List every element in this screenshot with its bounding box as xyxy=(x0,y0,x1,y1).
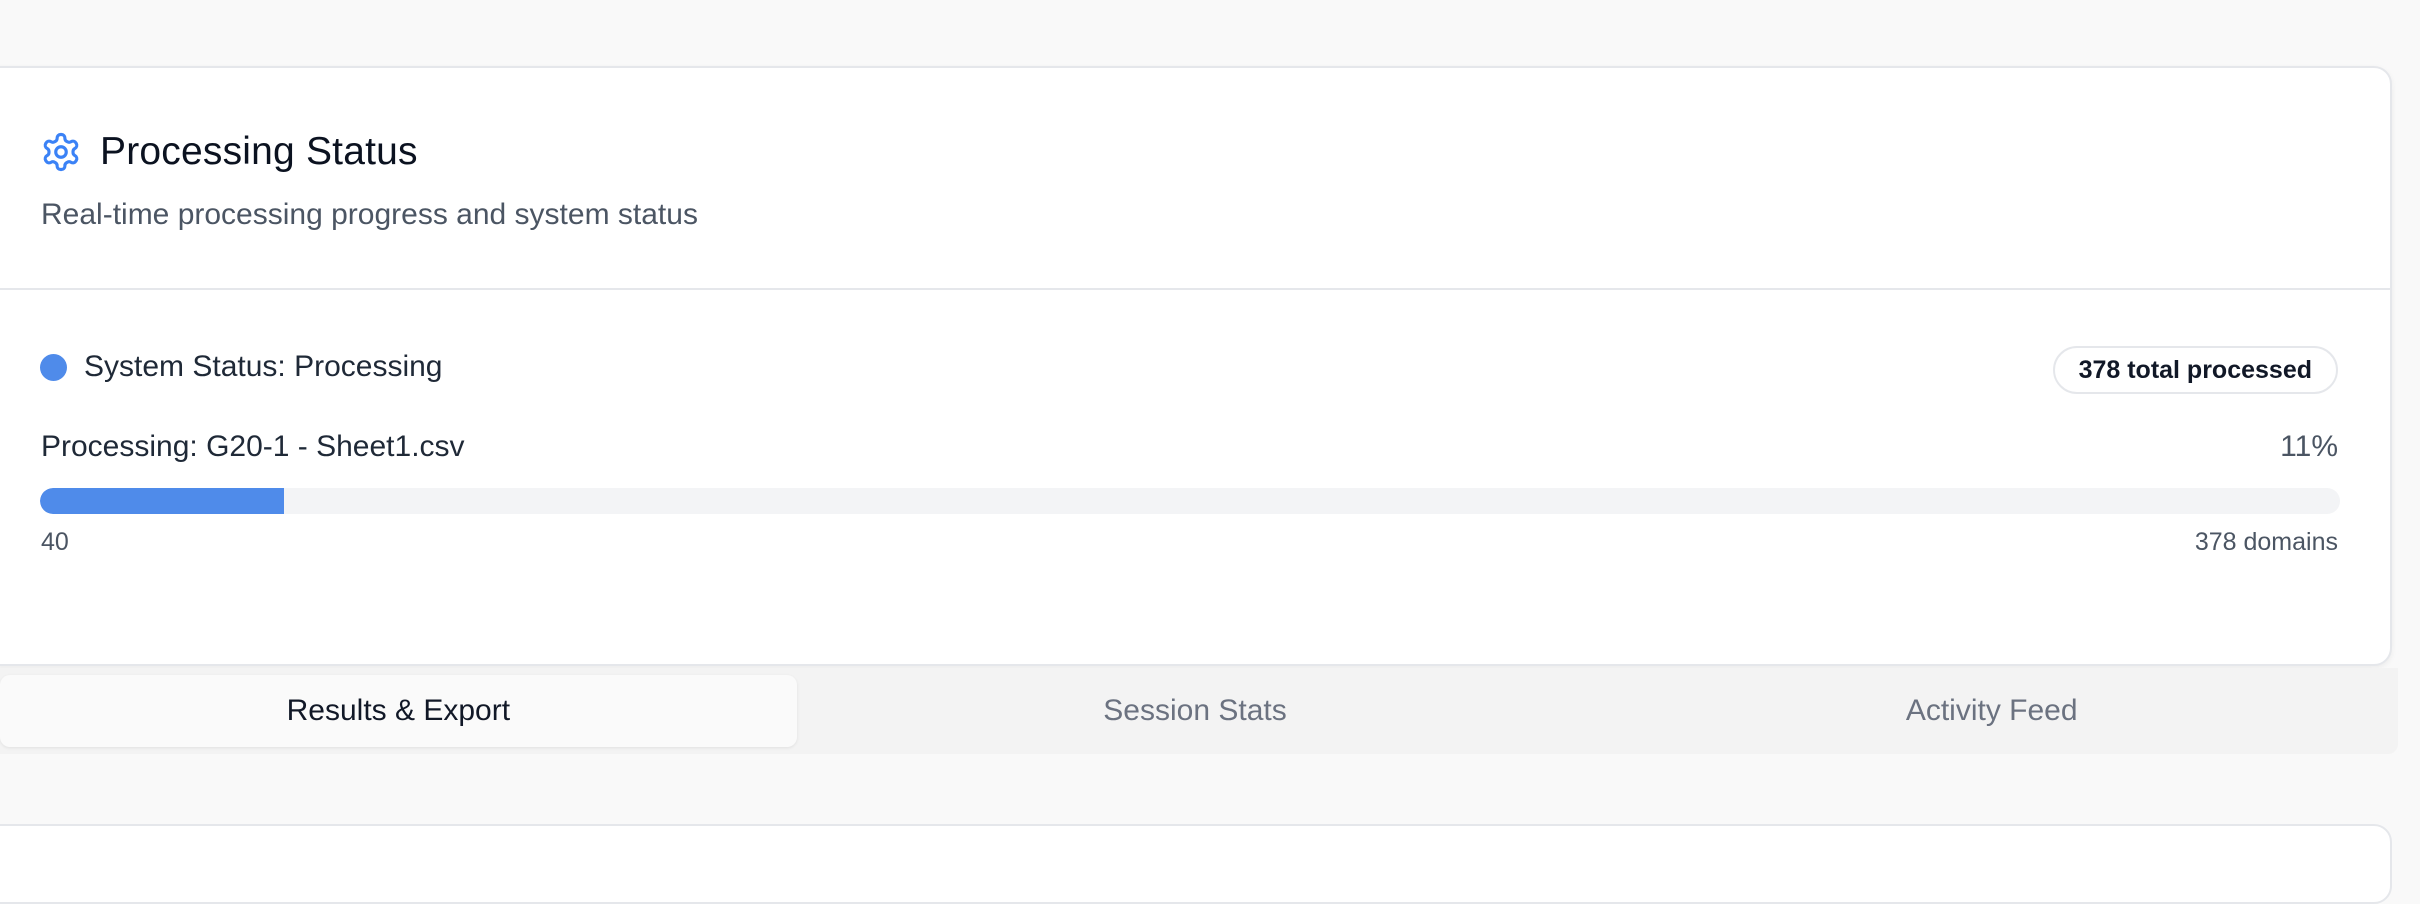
title-row: Processing Status xyxy=(40,130,418,174)
tab-session-stats[interactable]: Session Stats xyxy=(797,675,1594,747)
progress-percent: 11% xyxy=(2280,430,2338,463)
progress-bar xyxy=(40,488,2340,514)
processed-count: 40 xyxy=(41,528,69,556)
status-indicator-dot xyxy=(40,353,67,381)
total-domains: 378 domains xyxy=(2194,528,2338,556)
tab-bar: Results & Export Session Stats Activity … xyxy=(0,668,2398,754)
total-processed-badge: 378 total processed xyxy=(2052,346,2338,394)
tab-activity-feed[interactable]: Activity Feed xyxy=(1593,675,2390,747)
tab-content-card xyxy=(0,824,2392,904)
gear-icon xyxy=(40,131,82,173)
system-status-text: System Status: Processing xyxy=(84,350,443,383)
card-title: Processing Status xyxy=(100,130,418,173)
progress-bar-fill xyxy=(40,488,284,514)
current-file-label: Processing: G20-1 - Sheet1.csv xyxy=(41,430,465,463)
card-header: Processing Status Real-time processing p… xyxy=(0,68,2390,290)
system-status-row: System Status: Processing xyxy=(40,350,442,384)
tab-results-export[interactable]: Results & Export xyxy=(0,675,797,747)
card-subtitle: Real-time processing progress and system… xyxy=(41,198,698,231)
processing-status-card: Processing Status Real-time processing p… xyxy=(0,66,2392,666)
